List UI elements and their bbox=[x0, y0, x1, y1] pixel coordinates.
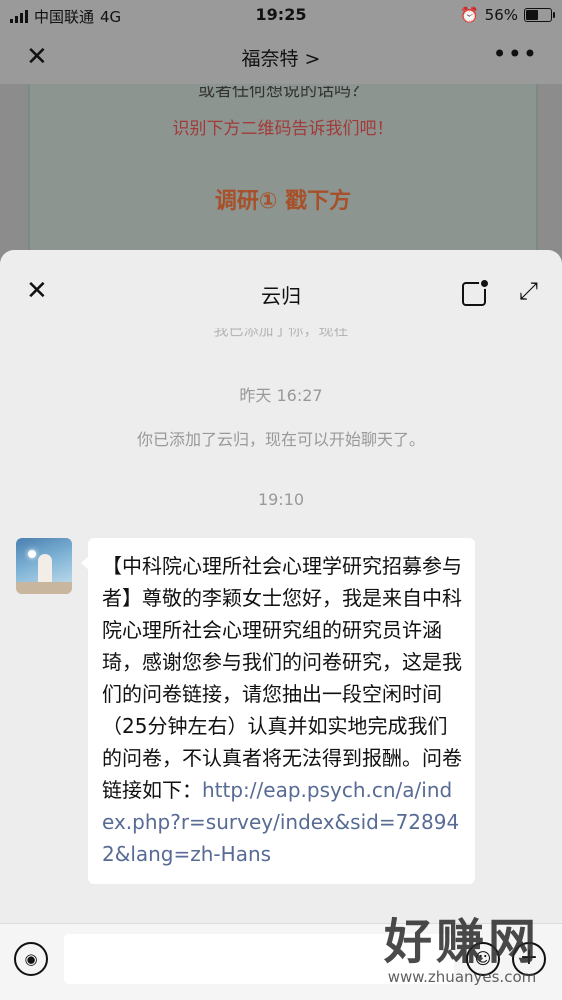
float-window-icon[interactable] bbox=[462, 278, 490, 306]
battery-fill bbox=[526, 10, 539, 20]
battery-percent: 56% bbox=[484, 6, 518, 24]
avatar[interactable] bbox=[16, 538, 72, 594]
emoji-icon[interactable]: ☺ bbox=[466, 942, 500, 976]
more-icon[interactable]: ••• bbox=[493, 40, 538, 68]
message-body: 尊敬的李颖女士您好，我是来自中科院心理所社会心理研究组的研究员许涵琦，感谢您参与… bbox=[102, 586, 462, 802]
article-partial-line: 或者任何想说的话吗？ bbox=[198, 86, 368, 98]
message-bubble[interactable]: 【中科院心理所社会心理学研究招募参与者】尊敬的李颖女士您好，我是来自中科院心理所… bbox=[81, 538, 475, 884]
background-article: 或者任何想说的话吗？ 识别下方二维码告诉我们吧！ 调研① 戳下方 bbox=[28, 84, 538, 254]
article-red-line: 识别下方二维码告诉我们吧！ bbox=[172, 119, 394, 139]
system-message: 你已添加了云归，现在可以开始聊天了。 bbox=[136, 430, 425, 449]
plus-icon[interactable]: + bbox=[512, 942, 546, 976]
status-right: ⏰ 56% bbox=[459, 6, 555, 24]
cut-off-text: 我已添加了你，现在 bbox=[213, 328, 349, 339]
chat-header: ✕ 云归 ⤢ bbox=[0, 250, 562, 332]
input-bar: ◉ ☺ + bbox=[0, 923, 562, 1000]
article-orange-line: 调研① 戳下方 bbox=[214, 189, 352, 214]
page-title[interactable]: 福奈特 > bbox=[0, 44, 562, 71]
avatar-figure bbox=[38, 554, 52, 584]
top-navigation: ✕ 福奈特 > ••• bbox=[0, 30, 562, 84]
chat-sheet: ✕ 云归 ⤢ 我已添加了你，现在 昨天 16:27 你已添加了云归，现在可以开始… bbox=[0, 250, 562, 1000]
status-bar: 中国联通 4G 19:25 ⏰ 56% bbox=[0, 0, 562, 30]
voice-icon[interactable]: ◉ bbox=[14, 942, 48, 976]
avatar-glow bbox=[28, 550, 36, 558]
alarm-icon: ⏰ bbox=[459, 6, 479, 24]
expand-icon[interactable]: ⤢ bbox=[519, 278, 538, 304]
timestamp: 19:10 bbox=[257, 490, 305, 509]
timestamp: 昨天 16:27 bbox=[239, 386, 323, 405]
avatar-ground bbox=[16, 582, 72, 594]
message-input[interactable] bbox=[64, 934, 454, 984]
battery-icon bbox=[524, 8, 555, 22]
